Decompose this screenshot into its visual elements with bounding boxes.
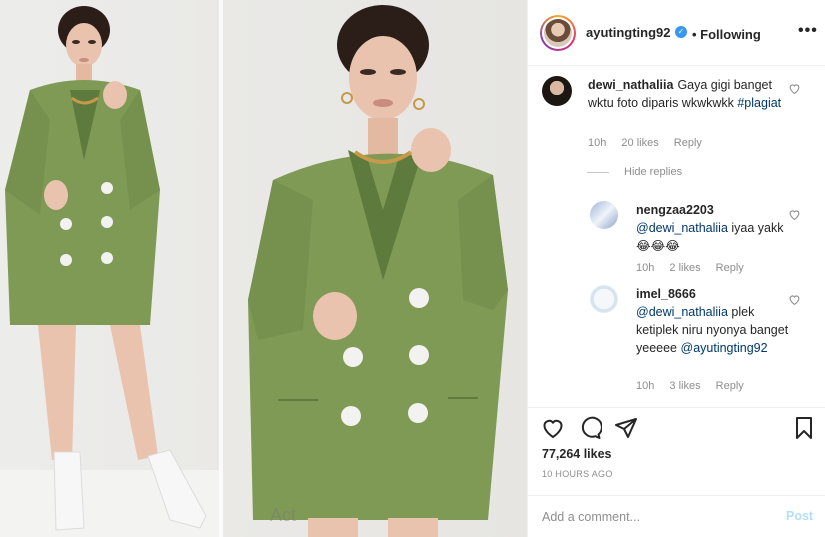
post-photo[interactable] (0, 0, 527, 537)
comment-composer: Post (528, 495, 825, 537)
likes-count[interactable]: 77,264 likes (542, 447, 612, 461)
reply-likes[interactable]: 3 likes (669, 380, 700, 392)
reply-likes[interactable]: 2 likes (669, 262, 700, 274)
hide-replies-button[interactable]: Hide replies (624, 166, 682, 178)
activate-watermark: Act (270, 505, 297, 525)
like-heart-icon[interactable] (541, 416, 565, 440)
hashtag-link[interactable]: #plagiat (737, 96, 781, 110)
comment-input[interactable] (542, 508, 772, 526)
post-sidebar: ayutingting92 ✓ • Following ••• dewi_nat… (527, 0, 825, 537)
reply-time: 10h (636, 380, 655, 392)
reply-button[interactable]: Reply (716, 262, 744, 274)
model-figure-right (248, 5, 508, 537)
reply-button[interactable]: Reply (716, 380, 744, 392)
comments-list[interactable]: dewi_nathaliia Gaya gigi banget wktu foto… (528, 67, 825, 407)
more-options-icon[interactable]: ••• (798, 22, 818, 40)
like-reply-heart-icon[interactable] (788, 208, 801, 221)
replies-divider (587, 172, 609, 173)
post-actions: 77,264 likes 10 HOURS AGO (528, 407, 825, 502)
comment-username[interactable]: dewi_nathaliia (588, 78, 673, 92)
replier-avatar[interactable] (590, 285, 618, 313)
like-comment-heart-icon[interactable] (788, 82, 801, 95)
like-reply-heart-icon[interactable] (788, 293, 801, 306)
verified-badge-icon: ✓ (675, 26, 687, 38)
mention-link[interactable]: @dewi_nathaliia (636, 305, 728, 319)
reply-meta: 10h 3 likes Reply (636, 380, 756, 392)
comment-meta: 10h 20 likes Reply (588, 137, 714, 149)
reply-time: 10h (636, 262, 655, 274)
post-header: ayutingting92 ✓ • Following ••• (528, 0, 825, 66)
mention-link[interactable]: @ayutingting92 (681, 341, 768, 355)
post-timestamp: 10 HOURS AGO (542, 469, 613, 479)
comment-bubble-icon[interactable] (578, 416, 602, 440)
replier-avatar[interactable] (590, 201, 618, 229)
post-comment-button[interactable]: Post (786, 509, 813, 523)
comment-likes[interactable]: 20 likes (621, 137, 658, 149)
reply-button[interactable]: Reply (674, 137, 702, 149)
reply-meta: 10h 2 likes Reply (636, 262, 756, 274)
mention-link[interactable]: @dewi_nathaliia (636, 221, 728, 235)
reply-body: imel_8666 @dewi_nathaliia plek ketiplek … (636, 285, 796, 357)
comment-time: 10h (588, 137, 607, 149)
comment-body: dewi_nathaliia Gaya gigi banget wktu foto… (588, 76, 798, 112)
share-paper-plane-icon[interactable] (614, 416, 638, 440)
model-figure-left (5, 6, 207, 531)
reply-body: nengzaa2203 @dewi_nathaliia iyaa yakk 😂😂… (636, 201, 796, 255)
author-avatar[interactable] (540, 15, 576, 51)
save-bookmark-icon[interactable] (792, 416, 816, 440)
commenter-avatar[interactable] (542, 76, 572, 106)
reply-username[interactable]: imel_8666 (636, 287, 696, 301)
author-username[interactable]: ayutingting92 (586, 25, 671, 40)
following-button[interactable]: • Following (692, 27, 761, 42)
reply-username[interactable]: nengzaa2203 (636, 203, 714, 217)
